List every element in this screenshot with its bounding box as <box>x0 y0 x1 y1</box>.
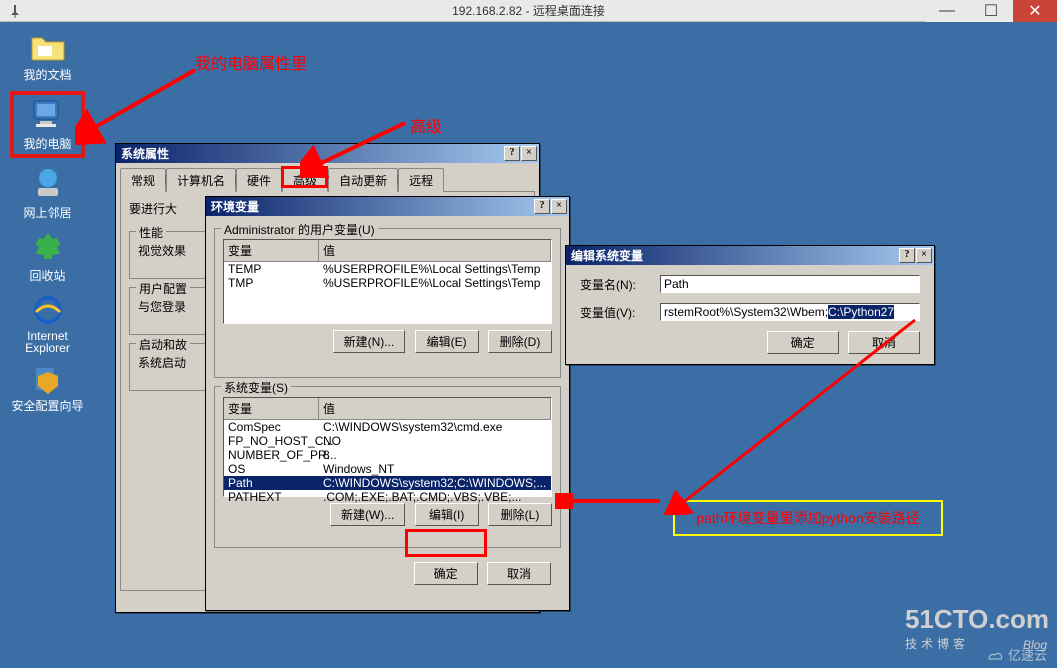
desktop-icon-recycle[interactable]: 回收站 <box>10 229 85 284</box>
editvar-titlebar[interactable]: 编辑系统变量 ?× <box>566 246 934 265</box>
help-button[interactable]: ? <box>899 248 915 263</box>
ie-icon <box>28 292 68 328</box>
sysprops-titlebar[interactable]: 系统属性 ?× <box>116 144 539 163</box>
list-item: TEMP%USERPROFILE%\Local Settings\Temp <box>224 262 551 276</box>
list-item: FP_NO_HOST_C...NO <box>224 434 551 448</box>
environment-variables-dialog: 环境变量 ?× Administrator 的用户变量(U) 变量值 TEMP%… <box>205 196 570 611</box>
annotation-computer-props: 我的电脑属性里 <box>195 50 307 74</box>
sys-vars-legend: 系统变量(S) <box>221 379 291 396</box>
rdp-titlebar: 192.168.2.82 - 远程桌面连接 — ☐ ✕ <box>0 0 1057 22</box>
desktop-icon-network[interactable]: 网上邻居 <box>10 166 85 221</box>
var-name-input[interactable]: Path <box>660 275 920 293</box>
network-icon <box>28 166 68 202</box>
watermark-yisu: 亿速云 <box>986 645 1047 664</box>
col-value[interactable]: 值 <box>319 398 551 419</box>
list-item: OSWindows_NT <box>224 462 551 476</box>
editvar-ok-button[interactable]: 确定 <box>767 331 839 354</box>
col-variable[interactable]: 变量 <box>224 240 319 261</box>
sysprops-title: 系统属性 <box>118 145 169 162</box>
list-item: PATHEXT.COM;.EXE;.BAT;.CMD;.VBS;.VBE;... <box>224 490 551 504</box>
tab-general[interactable]: 常规 <box>120 168 166 192</box>
close-button[interactable]: ✕ <box>1013 0 1057 22</box>
edit-system-variable-dialog: 编辑系统变量 ?× 变量名(N): Path 变量值(V): rstemRoot… <box>565 245 935 365</box>
desktop-icon-scw[interactable]: 安全配置向导 <box>10 362 85 412</box>
desktop-icons: 我的文档 我的电脑 网上邻居 回收站 Internet Explorer 安全配… <box>10 28 85 420</box>
close-button[interactable]: × <box>551 199 567 214</box>
help-button[interactable]: ? <box>504 146 520 161</box>
list-item: ComSpecC:\WINDOWS\system32\cmd.exe <box>224 420 551 434</box>
annotation-path-box: path环境变量里添加python安装路径 <box>673 500 943 536</box>
desktop-icon-label: 网上邻居 <box>10 204 85 221</box>
desktop-icon-label: 回收站 <box>10 267 85 284</box>
tab-advanced[interactable]: 高级 <box>282 168 328 192</box>
rdp-title: 192.168.2.82 - 远程桌面连接 <box>0 2 1057 19</box>
help-button[interactable]: ? <box>534 199 550 214</box>
desktop-icon-label: 我的电脑 <box>16 135 79 152</box>
desktop-icon-docs[interactable]: 我的文档 <box>10 28 85 83</box>
sys-vars-listview[interactable]: 变量值 ComSpecC:\WINDOWS\system32\cmd.exe F… <box>223 397 552 497</box>
maximize-button[interactable]: ☐ <box>969 0 1013 22</box>
shield-wizard-icon <box>28 362 68 398</box>
minimize-button[interactable]: — <box>925 0 969 22</box>
close-button[interactable]: × <box>521 146 537 161</box>
desktop-icon-label: Internet Explorer <box>10 330 85 354</box>
env-cancel-button[interactable]: 取消 <box>487 562 551 585</box>
col-value[interactable]: 值 <box>319 240 551 261</box>
desktop-icon-ie[interactable]: Internet Explorer <box>10 292 85 354</box>
list-item-path: PathC:\WINDOWS\system32;C:\WINDOWS;... <box>224 476 551 490</box>
env-ok-button[interactable]: 确定 <box>414 562 478 585</box>
recycle-icon <box>28 229 68 265</box>
user-delete-button[interactable]: 删除(D) <box>488 330 552 353</box>
desktop-icon-label: 安全配置向导 <box>10 400 85 412</box>
annotation-advanced: 高级 <box>410 113 442 137</box>
user-vars-listview[interactable]: 变量值 TEMP%USERPROFILE%\Local Settings\Tem… <box>223 239 552 324</box>
sys-edit-button[interactable]: 编辑(I) <box>415 503 479 526</box>
desktop-icon-computer[interactable]: 我的电脑 <box>10 91 85 158</box>
col-variable[interactable]: 变量 <box>224 398 319 419</box>
boot-legend: 启动和故 <box>136 336 190 353</box>
user-edit-button[interactable]: 编辑(E) <box>415 330 479 353</box>
sys-delete-button[interactable]: 删除(L) <box>488 503 552 526</box>
selected-text: C:\Python27 <box>828 305 894 319</box>
var-name-label: 变量名(N): <box>580 276 660 293</box>
tab-computername[interactable]: 计算机名 <box>166 168 236 192</box>
close-button[interactable]: × <box>916 248 932 263</box>
sys-new-button[interactable]: 新建(W)... <box>330 503 405 526</box>
perf-legend: 性能 <box>136 224 166 241</box>
editvar-cancel-button[interactable]: 取消 <box>848 331 920 354</box>
computer-icon <box>28 97 68 133</box>
desktop-icon-label: 我的文档 <box>10 66 85 83</box>
user-legend: 用户配置 <box>136 280 190 297</box>
var-value-input[interactable]: rstemRoot%\System32\Wbem;C:\Python27 <box>660 303 920 321</box>
user-new-button[interactable]: 新建(N)... <box>333 330 406 353</box>
folder-docs-icon <box>28 28 68 64</box>
tab-hardware[interactable]: 硬件 <box>236 168 282 192</box>
editvar-title: 编辑系统变量 <box>568 247 643 264</box>
env-title: 环境变量 <box>208 198 259 215</box>
sysprops-tabs: 常规 计算机名 硬件 高级 自动更新 远程 <box>120 168 535 192</box>
tab-remote[interactable]: 远程 <box>398 168 444 192</box>
user-vars-legend: Administrator 的用户变量(U) <box>221 221 378 238</box>
list-item: TMP%USERPROFILE%\Local Settings\Temp <box>224 276 551 290</box>
list-item: NUMBER_OF_PR...8 <box>224 448 551 462</box>
annotation-path-text: path环境变量里添加python安装路径 <box>696 508 919 528</box>
var-value-label: 变量值(V): <box>580 304 660 321</box>
tab-autoupdate[interactable]: 自动更新 <box>328 168 398 192</box>
env-titlebar[interactable]: 环境变量 ?× <box>206 197 569 216</box>
